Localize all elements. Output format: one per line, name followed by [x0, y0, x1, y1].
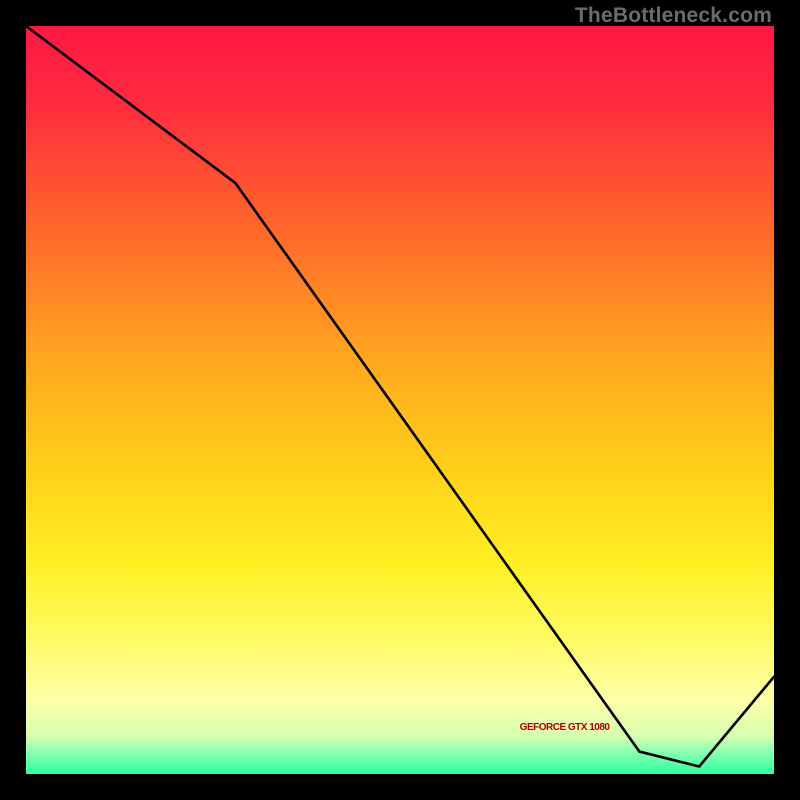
chart-line: [26, 26, 774, 767]
plot-area: GEFORCE GTX 1080: [26, 26, 774, 774]
chart-container: GEFORCE GTX 1080 TheBottleneck.com: [0, 0, 800, 800]
watermark: TheBottleneck.com: [575, 4, 772, 28]
series-label: GEFORCE GTX 1080: [520, 722, 610, 733]
chart-line-layer: [26, 26, 774, 774]
